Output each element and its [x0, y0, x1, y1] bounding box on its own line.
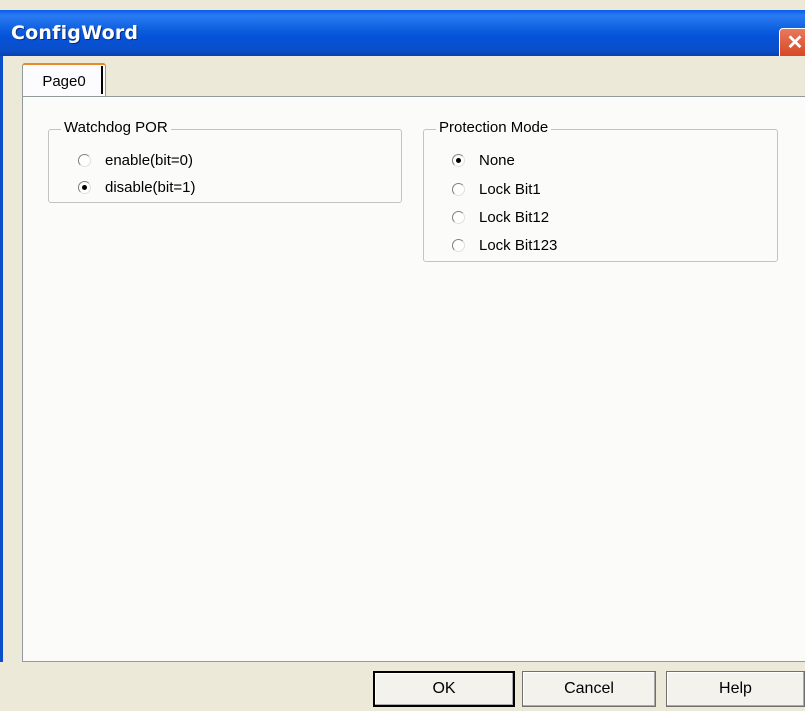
option-label: Lock Bit1: [479, 181, 541, 198]
option-label: enable(bit=0): [105, 152, 193, 169]
ok-button-label: OK: [432, 680, 456, 697]
watchdog-por-title: Watchdog POR: [61, 119, 171, 136]
help-button-label: Help: [719, 680, 752, 697]
radio-button-checked[interactable]: [78, 181, 91, 194]
protection-mode-title: Protection Mode: [436, 119, 552, 136]
radio-button[interactable]: [452, 239, 465, 252]
close-icon: ✕: [786, 32, 804, 54]
tab-panel-page0: Watchdog POR enable(bit=0) disable(bit=1…: [22, 96, 805, 662]
cancel-button-label: Cancel: [564, 680, 614, 697]
watchdog-disable-option[interactable]: disable(bit=1): [78, 179, 195, 196]
window-title: ConfigWord: [11, 22, 139, 44]
radio-button-checked[interactable]: [452, 154, 465, 167]
tab-page0[interactable]: Page0: [22, 63, 106, 97]
cancel-button[interactable]: Cancel: [522, 671, 656, 707]
tab-label: Page0: [42, 72, 86, 90]
protection-lock-bit1-option[interactable]: Lock Bit1: [452, 181, 541, 198]
protection-lock-bit123-option[interactable]: Lock Bit123: [452, 237, 557, 254]
option-label: Lock Bit12: [479, 209, 550, 226]
watchdog-por-group: Watchdog POR enable(bit=0) disable(bit=1…: [48, 119, 402, 203]
ok-button[interactable]: OK: [373, 671, 515, 707]
tab-divider: [101, 66, 103, 94]
option-label: Lock Bit123: [479, 237, 558, 254]
radio-button[interactable]: [452, 211, 465, 224]
radio-button[interactable]: [452, 183, 465, 196]
watchdog-enable-option[interactable]: enable(bit=0): [78, 152, 193, 169]
option-label: disable(bit=1): [105, 179, 196, 196]
protection-mode-group: Protection Mode None Lock Bit1 Lock Bit1…: [423, 119, 778, 262]
help-button[interactable]: Help: [666, 671, 805, 707]
option-label: None: [479, 152, 515, 169]
radio-button[interactable]: [78, 154, 91, 167]
protection-none-option[interactable]: None: [452, 152, 515, 169]
protection-lock-bit12-option[interactable]: Lock Bit12: [452, 209, 549, 226]
title-bar[interactable]: ConfigWord ✕: [0, 10, 805, 60]
config-word-dialog: ConfigWord ✕ Page0 Watchdog POR enable(b…: [0, 0, 805, 711]
